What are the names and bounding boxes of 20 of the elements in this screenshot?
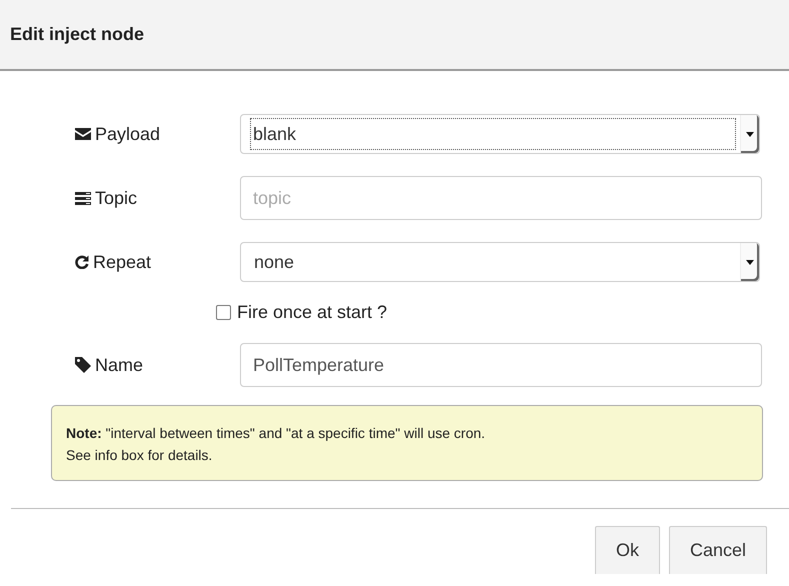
tag-icon — [75, 357, 91, 373]
fire-once-checkbox[interactable]: Fire once at start ? — [216, 302, 388, 323]
note-text: See info box for details. — [66, 446, 214, 465]
dropdown[interactable]: blank — [240, 114, 760, 154]
field-label: Name — [95, 354, 144, 376]
caret-icon — [746, 260, 754, 264]
text-field[interactable]: topic — [240, 176, 762, 220]
text-field[interactable]: PollTemperature — [240, 343, 762, 387]
envelope-icon — [75, 128, 91, 140]
dialog-button[interactable]: Ok — [594, 526, 660, 574]
list-icon — [75, 192, 91, 204]
dialog-title: Edit inject node — [10, 24, 144, 45]
note-text: Note: "interval between times" and "at a specific time" will use cron. — [66, 424, 486, 443]
dropdown[interactable]: none — [240, 242, 760, 282]
field-label: Payload — [95, 124, 160, 144]
refresh-icon — [75, 255, 89, 269]
dialog-button[interactable]: Cancel — [668, 526, 767, 574]
field-label: Repeat — [93, 252, 152, 272]
caret-icon — [746, 132, 754, 136]
field-label: Topic — [95, 188, 138, 208]
